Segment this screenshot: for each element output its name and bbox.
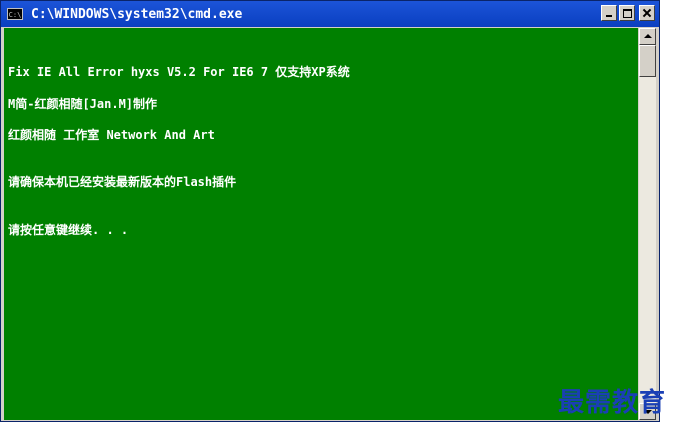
title-bar[interactable]: C:\ C:\WINDOWS\system32\cmd.exe xyxy=(1,1,659,27)
console-line: 红颜相随 工作室 Network And Art xyxy=(8,128,215,142)
console-line: Fix IE All Error hyxs V5.2 For IE6 7 仅支持… xyxy=(8,65,350,79)
cmd-window: C:\ C:\WINDOWS\system32\cmd.exe Fix IE A… xyxy=(0,0,660,422)
watermark-logo: 最需教育 xyxy=(557,388,666,418)
maximize-button[interactable] xyxy=(619,5,635,21)
console-line: 请确保本机已经安装最新版本的Flash插件 xyxy=(8,175,237,189)
scroll-thumb[interactable] xyxy=(639,45,656,77)
console-line: 请按任意键继续. . . xyxy=(8,223,129,237)
window-title: C:\WINDOWS\system32\cmd.exe xyxy=(31,6,243,22)
minimize-button[interactable] xyxy=(601,5,617,21)
console-line: M简-红颜相随[Jan.M]制作 xyxy=(8,97,158,111)
cmd-icon: C:\ xyxy=(7,8,23,20)
console-output[interactable]: Fix IE All Error hyxs V5.2 For IE6 7 仅支持… xyxy=(4,28,638,420)
title-buttons xyxy=(601,5,655,21)
vertical-scrollbar[interactable] xyxy=(639,28,656,420)
scroll-up-button[interactable] xyxy=(639,28,656,45)
close-button[interactable] xyxy=(639,5,655,21)
